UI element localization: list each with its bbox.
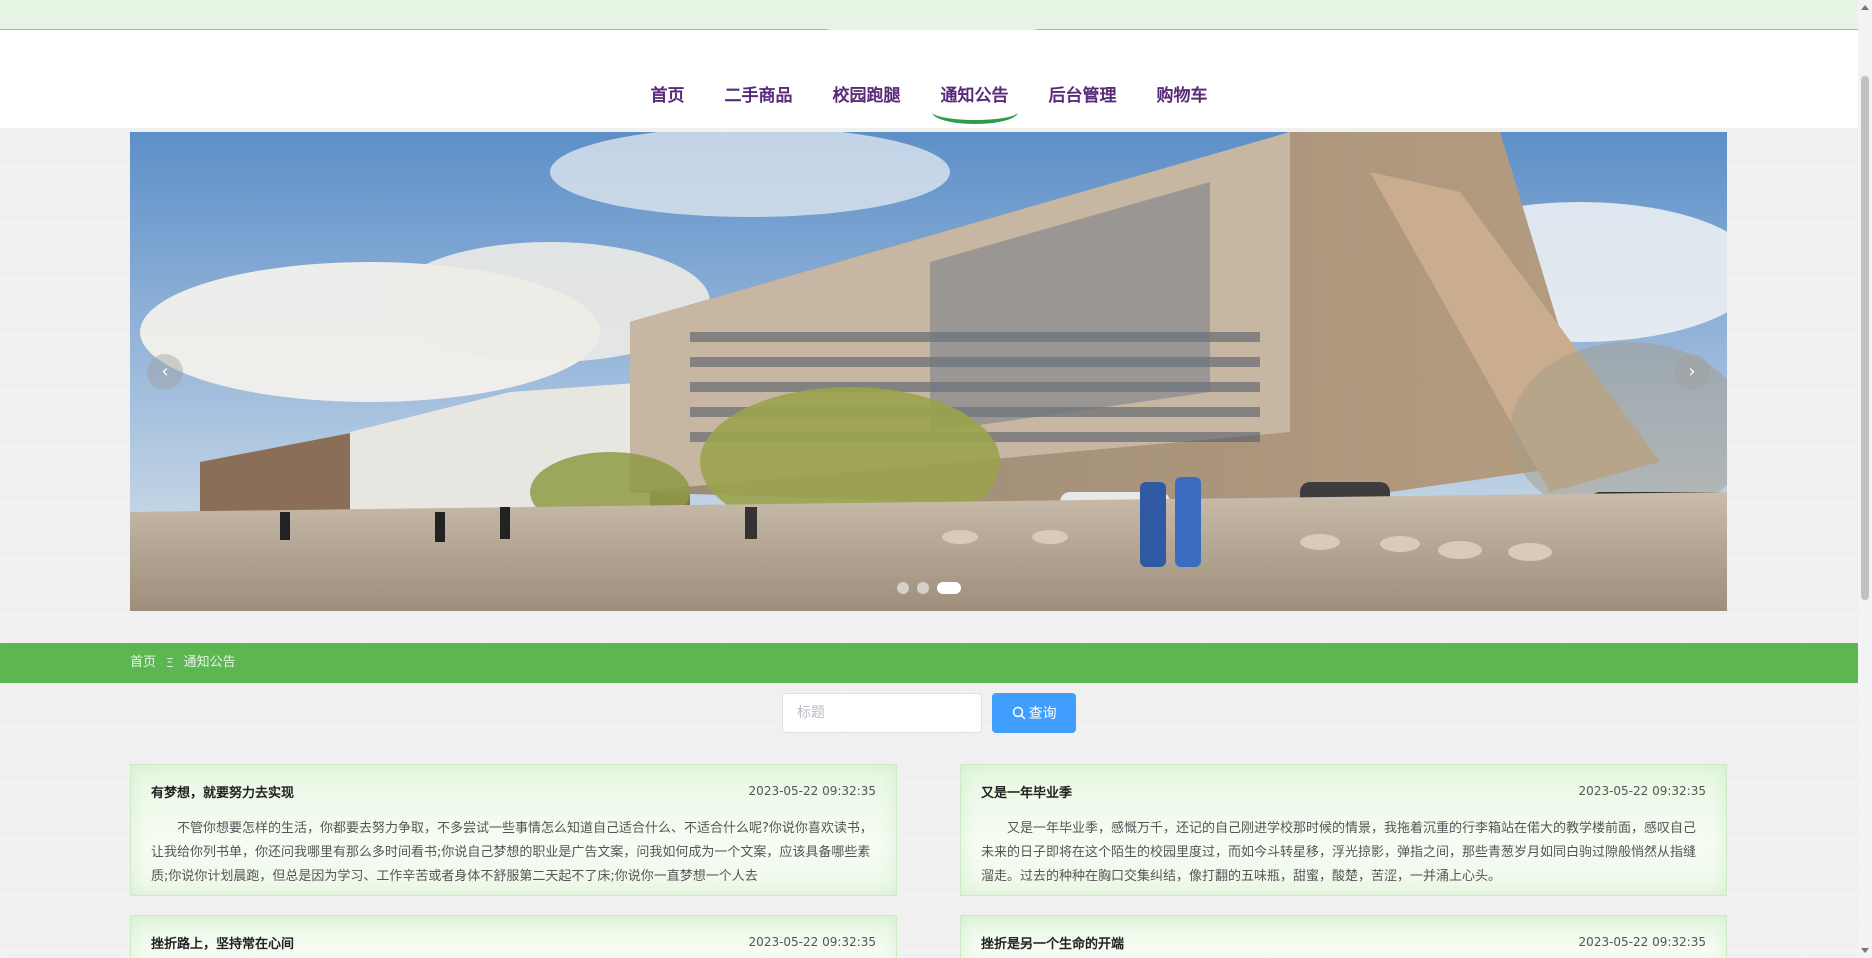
notice-card[interactable]: 挫折是另一个生命的开端 2023-05-22 09:32:35 (960, 915, 1727, 958)
scroll-up-icon[interactable] (1861, 5, 1869, 10)
search-button[interactable]: 查询 (992, 693, 1076, 733)
notice-card-header: 有梦想，就要努力去实现 2023-05-22 09:32:35 (131, 765, 896, 817)
notice-card[interactable]: 又是一年毕业季 2023-05-22 09:32:35 又是一年毕业季，感慨万千… (960, 764, 1727, 896)
notice-card[interactable]: 有梦想，就要努力去实现 2023-05-22 09:32:35 不管你想要怎样的… (130, 764, 897, 896)
notice-card-header: 又是一年毕业季 2023-05-22 09:32:35 (961, 765, 1726, 817)
carousel-dot-1[interactable] (896, 582, 909, 594)
notice-card-header: 挫折路上，坚持常在心间 2023-05-22 09:32:35 (131, 916, 896, 958)
breadcrumb-bar: 首页 Ξ 通知公告 (0, 643, 1858, 683)
banner-image (130, 132, 1727, 611)
nav-item-home[interactable]: 首页 (631, 76, 705, 116)
nav-item-errand[interactable]: 校园跑腿 (813, 76, 921, 116)
notice-title[interactable]: 又是一年毕业季 (981, 782, 1072, 801)
nav-item-cart[interactable]: 购物车 (1137, 76, 1228, 116)
carousel-next-button[interactable]: › (1674, 354, 1710, 390)
title-search-input[interactable] (782, 693, 982, 733)
notice-time: 2023-05-22 09:32:35 (1578, 935, 1706, 949)
carousel-indicators (130, 582, 1727, 594)
search-button-label: 查询 (1028, 706, 1057, 722)
notice-time: 2023-05-22 09:32:35 (748, 935, 876, 949)
carousel-dot-3[interactable] (936, 582, 961, 594)
nav-item-admin[interactable]: 后台管理 (1029, 76, 1137, 116)
breadcrumb-home[interactable]: 首页 (130, 643, 156, 683)
notice-title[interactable]: 挫折路上，坚持常在心间 (151, 933, 294, 952)
carousel-dot-2[interactable] (916, 582, 929, 594)
scrollbar-thumb[interactable] (1861, 76, 1869, 600)
notice-card-header: 挫折是另一个生命的开端 2023-05-22 09:32:35 (961, 916, 1726, 958)
notice-card[interactable]: 挫折路上，坚持常在心间 2023-05-22 09:32:35 (130, 915, 897, 958)
banner-carousel: ‹ › (130, 132, 1727, 611)
page-scrollbar[interactable] (1858, 0, 1872, 958)
notice-title[interactable]: 挫折是另一个生命的开端 (981, 933, 1124, 952)
notice-title[interactable]: 有梦想，就要努力去实现 (151, 782, 294, 801)
header: 首页 二手商品 校园跑腿 通知公告 后台管理 购物车 (0, 30, 1858, 128)
notice-content: 又是一年毕业季，感慨万千，还记的自己刚进学校那时候的情景，我拖着沉重的行李箱站在… (981, 821, 1697, 884)
nav-item-secondhand[interactable]: 二手商品 (705, 76, 813, 116)
breadcrumb-separator-icon: Ξ (166, 656, 174, 670)
breadcrumb-current: 通知公告 (183, 655, 236, 670)
breadcrumb: 首页 Ξ 通知公告 (130, 643, 236, 683)
main-nav: 首页 二手商品 校园跑腿 通知公告 后台管理 购物车 (0, 76, 1858, 116)
notice-time: 2023-05-22 09:32:35 (1578, 784, 1706, 798)
nav-item-notices[interactable]: 通知公告 (921, 76, 1029, 116)
notice-content: 不管你想要怎样的生活，你都要去努力争取，不多尝试一些事情怎么知道自己适合什么、不… (151, 821, 873, 884)
carousel-prev-button[interactable]: ‹ (147, 354, 183, 390)
scroll-down-icon[interactable] (1861, 948, 1869, 953)
search-icon (1012, 706, 1025, 720)
notice-time: 2023-05-22 09:32:35 (748, 784, 876, 798)
search-bar: 查询 (782, 693, 1076, 733)
